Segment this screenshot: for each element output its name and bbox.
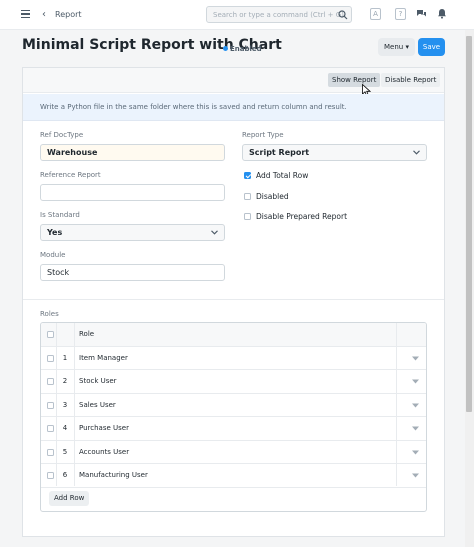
role-cell[interactable]: Item Manager: [79, 347, 128, 370]
is-standard-select[interactable]: Yes: [40, 224, 225, 241]
roles-label: Roles: [40, 310, 59, 318]
is-standard-label: Is Standard: [40, 211, 80, 219]
chat-icon[interactable]: [416, 9, 427, 18]
chevron-down-icon: [413, 150, 420, 155]
is-standard-value: Yes: [47, 228, 63, 237]
table-row[interactable]: 1 Item Manager: [41, 347, 426, 370]
role-cell[interactable]: Stock User: [79, 370, 117, 393]
report-type-label: Report Type: [242, 131, 284, 139]
row-index: 2: [62, 377, 68, 385]
ref-doctype-label: Ref DocType: [40, 131, 84, 139]
table-header-row: Role: [41, 323, 426, 347]
show-report-button[interactable]: Show Report: [328, 73, 381, 87]
caret-down-icon: ▾: [405, 43, 409, 51]
menu-button-label: Menu: [384, 43, 404, 51]
row-checkbox[interactable]: [47, 472, 54, 479]
row-edit-chevron-icon[interactable]: [412, 450, 419, 455]
table-row[interactable]: 4 Purchase User: [41, 417, 426, 441]
page-scrollbar[interactable]: [465, 30, 474, 547]
form-toolbar: Show Report Disable Report: [23, 68, 444, 97]
row-edit-chevron-icon[interactable]: [412, 356, 419, 361]
ref-doctype-field[interactable]: Warehouse: [40, 144, 225, 161]
avatar[interactable]: A: [370, 8, 381, 20]
select-all-checkbox[interactable]: [47, 331, 54, 338]
row-checkbox[interactable]: [47, 354, 54, 362]
reference-report-field[interactable]: [40, 184, 225, 201]
hamburger-menu-icon[interactable]: [21, 10, 30, 19]
row-checkbox[interactable]: [47, 448, 54, 456]
status-badge: Enabled: [230, 45, 262, 53]
column-divider: [56, 323, 57, 486]
row-checkbox[interactable]: [47, 425, 54, 432]
add-total-row-checkbox[interactable]: [244, 172, 251, 179]
row-edit-chevron-icon[interactable]: [412, 473, 419, 478]
status-indicator-icon: [223, 46, 228, 51]
row-checkbox[interactable]: [47, 401, 54, 409]
top-navbar: ‹ Report Search or type a command (Ctrl …: [0, 0, 474, 30]
table-row[interactable]: 5 Accounts User: [41, 441, 426, 464]
search-input[interactable]: Search or type a command (Ctrl + G): [206, 6, 352, 23]
role-cell[interactable]: Manufacturing User: [79, 464, 148, 487]
role-cell[interactable]: Sales User: [79, 394, 116, 417]
row-edit-chevron-icon[interactable]: [412, 379, 419, 384]
help-text: Write a Python file in the same folder w…: [40, 103, 347, 111]
module-label: Module: [40, 251, 66, 259]
table-row[interactable]: 3 Sales User: [41, 394, 426, 417]
chevron-left-icon[interactable]: ‹: [42, 9, 46, 20]
row-index: 6: [62, 471, 68, 479]
report-type-value: Script Report: [249, 148, 310, 157]
table-row[interactable]: 2 Stock User: [41, 370, 426, 394]
help-icon[interactable]: ?: [395, 8, 406, 20]
report-type-select[interactable]: Script Report: [242, 144, 427, 161]
column-divider: [396, 323, 397, 486]
row-edit-chevron-icon[interactable]: [412, 426, 419, 431]
save-button[interactable]: Save: [418, 38, 445, 56]
role-cell[interactable]: Purchase User: [79, 417, 129, 440]
disabled-label: Disabled: [256, 192, 289, 201]
module-field[interactable]: Stock: [40, 264, 225, 281]
report-form-card: Show Report Disable Report Write a Pytho…: [22, 67, 445, 537]
row-index: 4: [62, 424, 68, 432]
disable-prepared-report-label: Disable Prepared Report: [256, 212, 348, 221]
menu-button[interactable]: Menu ▾: [378, 38, 415, 56]
row-edit-chevron-icon[interactable]: [412, 403, 419, 408]
role-cell[interactable]: Accounts User: [79, 441, 129, 464]
breadcrumb[interactable]: Report: [55, 10, 82, 19]
row-checkbox[interactable]: [47, 378, 54, 385]
add-row-button[interactable]: Add Row: [49, 491, 90, 506]
row-index: 5: [62, 447, 68, 456]
section-divider: [23, 299, 444, 300]
disable-report-button[interactable]: Disable Report: [381, 73, 441, 87]
reference-report-label: Reference Report: [40, 171, 101, 179]
chevron-down-icon: [211, 230, 218, 235]
search-placeholder: Search or type a command (Ctrl + G): [213, 11, 344, 19]
scrollbar-thumb[interactable]: [466, 36, 472, 412]
row-index: 3: [62, 400, 68, 409]
row-index: 1: [62, 353, 68, 362]
column-divider: [74, 323, 75, 486]
search-icon: [338, 10, 348, 20]
disabled-checkbox[interactable]: [244, 193, 251, 200]
role-column-header: Role: [79, 330, 95, 338]
help-message: Write a Python file in the same folder w…: [23, 94, 444, 121]
table-row[interactable]: 6 Manufacturing User: [41, 464, 426, 488]
bell-icon[interactable]: [437, 8, 447, 19]
add-total-row-label: Add Total Row: [256, 171, 309, 180]
disable-prepared-report-checkbox[interactable]: [244, 213, 251, 220]
roles-table: Role 1 Item Manager 2 Stock User 3 Sales…: [40, 322, 427, 512]
